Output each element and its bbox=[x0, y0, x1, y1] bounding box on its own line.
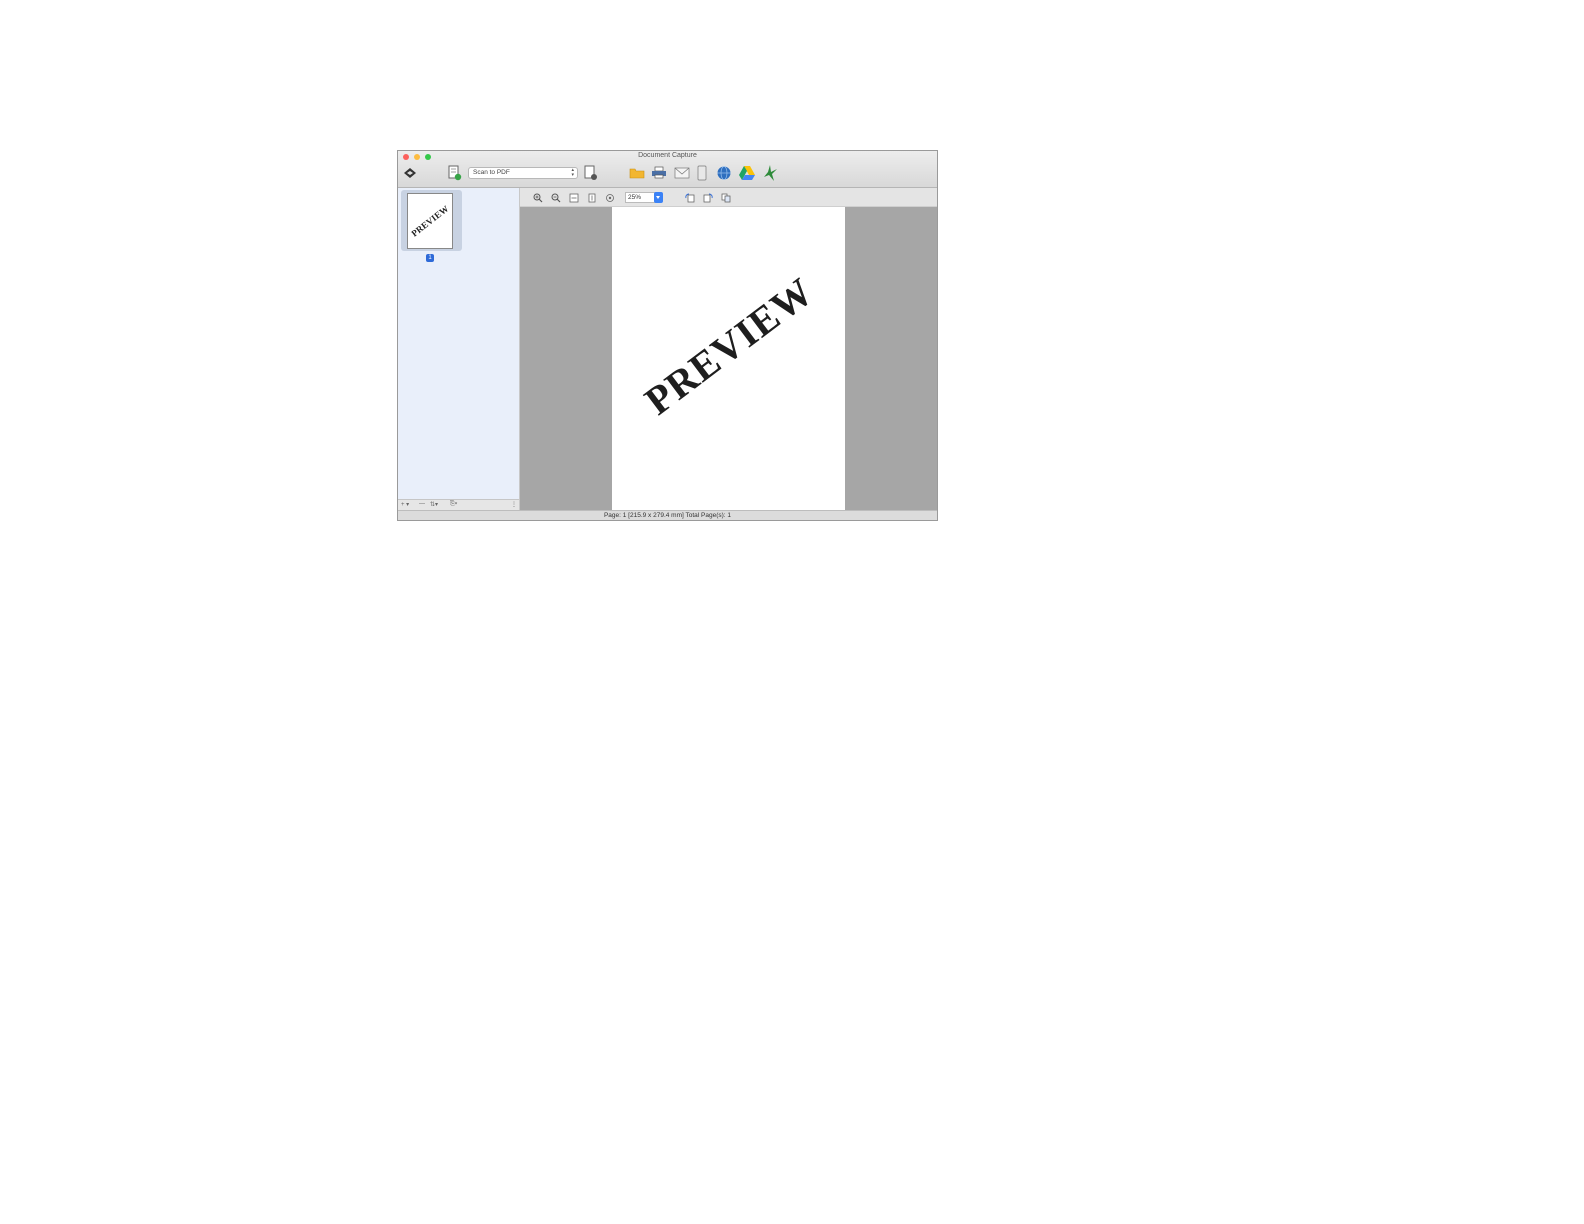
thumbnail-page: PREVIEW bbox=[407, 193, 453, 249]
rotate-left-icon[interactable] bbox=[685, 193, 695, 203]
scan-destination-value: Scan to PDF bbox=[473, 169, 510, 176]
scan-settings-icon[interactable] bbox=[584, 165, 598, 181]
page-options-icon[interactable]: ⎘▾ bbox=[450, 501, 457, 508]
scan-document-icon[interactable] bbox=[448, 165, 462, 181]
title-bar: Document Capture Scan to PDF ▴ ▾ bbox=[398, 151, 937, 188]
device-icon[interactable] bbox=[697, 165, 707, 181]
sort-icon[interactable]: ⇅▾ bbox=[430, 501, 438, 508]
thumbnail-text: PREVIEW bbox=[409, 203, 451, 239]
add-page-icon[interactable]: + ▾ bbox=[401, 501, 409, 508]
folder-icon[interactable] bbox=[629, 167, 645, 179]
select-arrows-icon: ▴ ▾ bbox=[571, 167, 574, 178]
remove-page-icon[interactable]: — bbox=[419, 501, 425, 507]
page-thumbnail[interactable]: PREVIEW bbox=[401, 190, 462, 251]
page-thumbnail-sidebar: PREVIEW 1 bbox=[398, 188, 520, 500]
sidebar-bottom-bar: + ▾ — ⇅▾ ⎘▾ ⋮ bbox=[398, 499, 520, 510]
rotate-right-icon[interactable] bbox=[703, 193, 713, 203]
document-page: PREVIEW bbox=[612, 207, 845, 510]
scanner-logo-icon[interactable] bbox=[402, 166, 418, 180]
zoom-level-field[interactable]: 25% bbox=[625, 192, 657, 203]
printer-icon[interactable] bbox=[651, 166, 667, 179]
window-title: Document Capture bbox=[638, 152, 697, 159]
zoom-in-icon[interactable] bbox=[533, 193, 543, 203]
preview-canvas: PREVIEW bbox=[520, 207, 937, 510]
bird-icon[interactable] bbox=[762, 164, 778, 182]
document-capture-window: Document Capture Scan to PDF ▴ ▾ PREVIEW… bbox=[397, 150, 938, 521]
view-toolbar: 25% bbox=[520, 188, 937, 207]
zoom-out-icon[interactable] bbox=[551, 193, 561, 203]
scan-destination-select[interactable]: Scan to PDF ▴ ▾ bbox=[468, 167, 578, 179]
web-icon[interactable] bbox=[716, 165, 732, 181]
page-number-badge: 1 bbox=[426, 254, 434, 262]
preview-watermark-text: PREVIEW bbox=[635, 268, 822, 424]
fit-width-icon[interactable] bbox=[569, 193, 579, 203]
fit-page-icon[interactable] bbox=[587, 193, 597, 203]
email-icon[interactable] bbox=[674, 167, 690, 179]
drive-icon[interactable] bbox=[738, 165, 756, 181]
zoom-dropdown-button[interactable] bbox=[654, 192, 663, 203]
edit-pages-icon[interactable] bbox=[721, 193, 731, 203]
status-bar: Page: 1 [215.9 x 279.4 mm] Total Page(s)… bbox=[398, 510, 937, 520]
actual-size-icon[interactable] bbox=[605, 193, 615, 203]
resize-handle-icon[interactable]: ⋮ bbox=[511, 501, 517, 508]
